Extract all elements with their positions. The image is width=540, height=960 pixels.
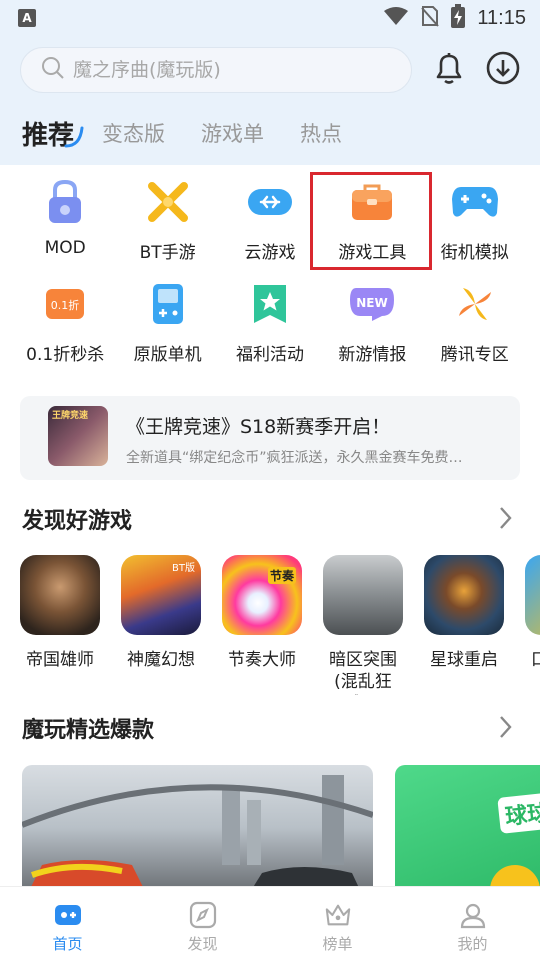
game-icon [424,555,504,635]
new-badge-text: NEW [357,296,388,310]
tab-game-lists[interactable]: 游戏单 [201,118,264,148]
category-label: 云游戏 [244,243,296,263]
nav-label: 我的 [457,935,488,953]
banner-title: 《王牌竞速》S18新赛季开启！ [126,416,391,438]
game-card[interactable]: 星球重启 [424,555,504,671]
crown-icon [324,901,352,929]
search-input[interactable] [73,59,393,81]
search-bar[interactable] [20,47,412,93]
category-label: 福利活动 [235,345,304,365]
handheld-icon [144,280,192,328]
star-badge-icon [246,280,294,328]
clock-time: 11:15 [477,6,526,29]
game-card[interactable]: 口 [525,555,540,671]
game-card[interactable]: 节奏 节奏大师 [222,555,302,671]
tab-modded[interactable]: 变态版 [102,118,165,148]
game-name: 帝国雄师 [26,650,94,670]
discount-tag-icon: 0.1折 [41,280,89,328]
category-cloud-games[interactable]: 云游戏 [219,178,321,280]
category-label: MOD [44,238,86,258]
download-button[interactable] [483,50,523,90]
game-icon: BT版 [121,555,201,635]
category-arcade-emulator[interactable]: 街机模拟 [424,178,526,280]
no-sim-icon [421,5,440,31]
game-card[interactable]: 暗区突围 (混乱狂飙) [323,555,403,695]
game-name: 星球重启 [430,650,498,670]
section-title-featured: 魔玩精选爆款 [22,718,155,743]
active-tab-indicator [64,126,84,148]
discover-more-chevron-icon[interactable] [496,504,514,532]
discover-game-row: 帝国雄师 BT版 神魔幻想 节奏 节奏大师 暗区突围 (混乱狂飙) 星球重启 口 [20,555,540,695]
notification-a-icon: A [18,9,36,27]
news-banner[interactable]: 王牌竞速 《王牌竞速》S18新赛季开启！ 全新道具“绑定纪念币”疯狂派送，永久黑… [20,396,520,480]
category-bt-games[interactable]: BT手游 [116,178,218,280]
home-icon [54,901,82,929]
discount-badge-text: 0.1折 [51,298,80,312]
user-icon [459,901,487,929]
battery-charging-icon [451,4,466,32]
category-label: 腾讯专区 [440,345,509,365]
game-badge: BT版 [172,563,195,574]
crossed-swords-icon [144,178,192,226]
wifi-icon [383,6,409,30]
banner-thumbnail: 王牌竞速 [48,406,108,466]
category-flash-sale[interactable]: 0.1折 0.1折秒杀 [14,280,116,382]
featured-card-logo: 球球 [497,792,540,834]
category-welfare-events[interactable]: 福利活动 [219,280,321,382]
download-icon [486,51,520,89]
nav-home[interactable]: 首页 [0,887,135,960]
pinwheel-icon [451,280,499,328]
category-original-standalone[interactable]: 原版单机 [116,280,218,382]
nav-label: 发现 [187,935,218,953]
lock-icon [41,178,89,226]
game-card[interactable]: 帝国雄师 [20,555,100,671]
new-badge-icon: NEW [348,280,396,328]
compass-icon [189,901,217,929]
banner-thumb-logo: 王牌竞速 [52,411,89,421]
banner-subtitle: 全新道具“绑定纪念币”疯狂派送，永久黑金赛车免费… [126,450,463,466]
nav-label: 首页 [52,935,83,953]
category-label: 新游情报 [338,345,407,365]
game-name: 暗区突围 (混乱狂飙) [329,650,397,695]
game-icon [323,555,403,635]
section-title-discover: 发现好游戏 [22,509,133,534]
bell-icon [433,51,465,89]
category-label: 街机模拟 [440,243,509,263]
cloud-game-icon [246,178,294,226]
game-badge: 节奏 [267,567,296,584]
nav-discover[interactable]: 发现 [135,887,270,960]
nav-label: 榜单 [322,935,353,953]
game-icon [20,555,100,635]
category-label: 0.1折秒杀 [26,345,105,365]
nav-profile[interactable]: 我的 [405,887,540,960]
racing-scene-illustration [22,775,373,905]
notification-bell-button[interactable] [429,50,469,90]
category-grid: MOD BT手游 云游戏 游戏工具 街机模拟 0.1折 0.1折秒杀 原版单机 … [14,178,526,382]
category-label: 原版单机 [133,345,202,365]
game-name: 口 [531,650,540,670]
highlight-annotation-box [310,172,432,270]
game-card[interactable]: BT版 神魔幻想 [121,555,201,671]
category-mod[interactable]: MOD [14,178,116,280]
game-name: 神魔幻想 [127,650,195,670]
gamepad-icon [451,178,499,226]
game-name: 节奏大师 [228,650,296,670]
category-tencent-zone[interactable]: 腾讯专区 [424,280,526,382]
status-bar: A 11:15 [0,0,540,36]
search-icon [41,56,65,84]
featured-card-ball-game[interactable]: 球球 [395,765,540,905]
tab-hot[interactable]: 热点 [300,118,342,148]
featured-card-racing[interactable] [22,765,373,905]
category-new-games-news[interactable]: NEW 新游情报 [321,280,423,382]
game-icon [525,555,540,635]
featured-more-chevron-icon[interactable] [496,713,514,741]
nav-rankings[interactable]: 榜单 [270,887,405,960]
category-label: BT手游 [139,243,196,263]
bottom-navigation: 首页 发现 榜单 我的 [0,886,540,960]
game-icon: 节奏 [222,555,302,635]
